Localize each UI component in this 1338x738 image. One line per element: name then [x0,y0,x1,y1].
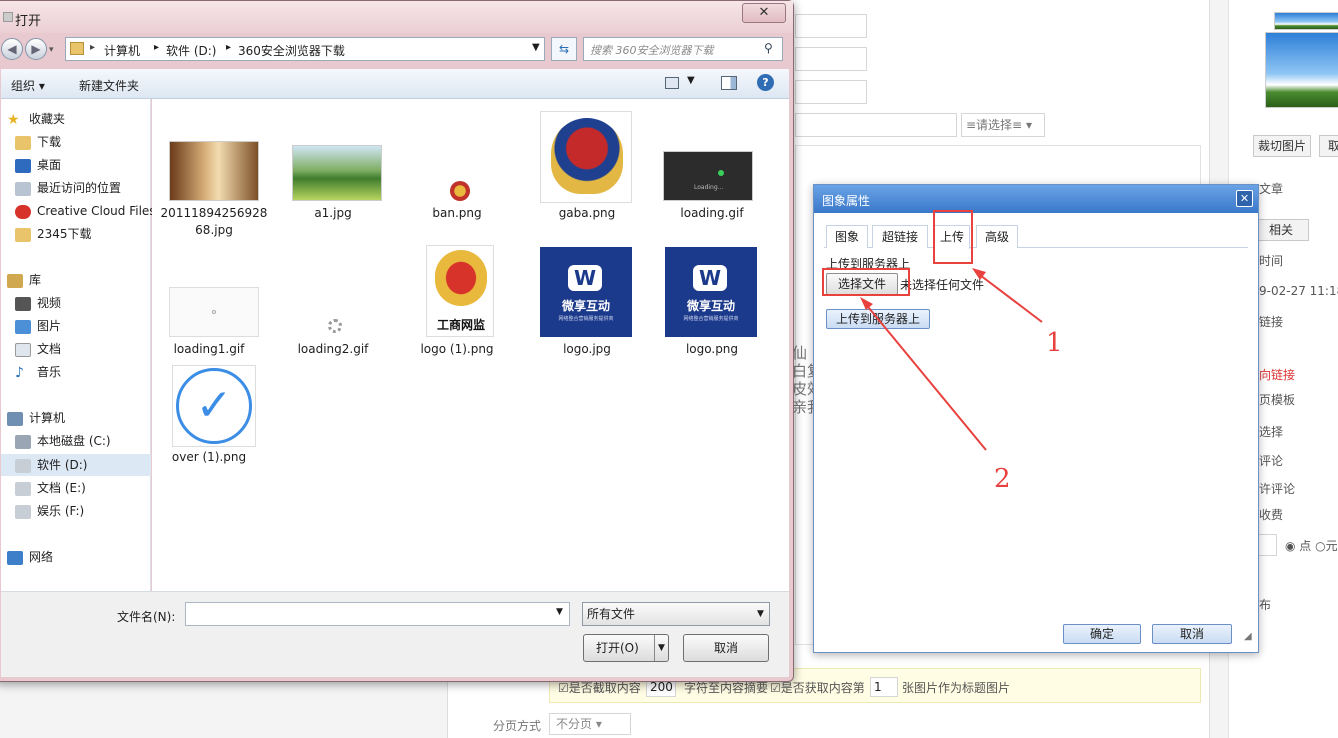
annotation-arrows [860,268,1043,451]
arrow-2-head-icon [860,297,873,310]
arrow-2 [863,301,987,451]
arrow-1 [975,271,1043,323]
annotation-2: 2 [994,464,1011,494]
annotation-1: 1 [1046,328,1063,358]
